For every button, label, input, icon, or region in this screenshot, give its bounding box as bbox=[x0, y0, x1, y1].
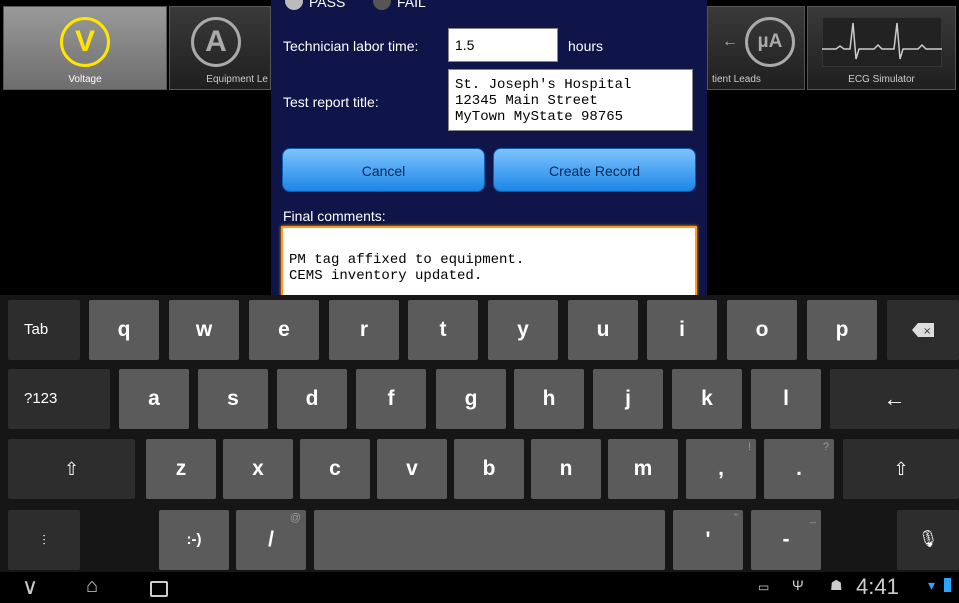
key-sub-label: _ bbox=[809, 512, 816, 524]
key-backspace[interactable]: × bbox=[887, 300, 959, 360]
key-label: , bbox=[718, 457, 724, 480]
labor-time-input[interactable]: 1.5 bbox=[448, 28, 558, 62]
key-enter[interactable]: ← bbox=[830, 369, 959, 429]
key-w[interactable]: w bbox=[169, 300, 239, 360]
key-space[interactable] bbox=[314, 510, 665, 570]
key-o[interactable]: o bbox=[727, 300, 797, 360]
microamp-icon: µA bbox=[745, 17, 795, 67]
soft-keyboard: Tab q w e r t y u i o p × ?123 a s d f g… bbox=[0, 295, 959, 572]
key-k[interactable]: k bbox=[672, 369, 742, 429]
wifi-icon: ▾ bbox=[928, 577, 936, 593]
settings-sliders-icon: ⫶ bbox=[42, 532, 46, 548]
key-b[interactable]: b bbox=[454, 439, 524, 499]
labor-time-unit: hours bbox=[568, 38, 604, 54]
key-e[interactable]: e bbox=[249, 300, 319, 360]
cancel-button[interactable]: Cancel bbox=[282, 148, 485, 192]
toolbar-item-label: ECG Simulator bbox=[848, 74, 915, 85]
create-record-button[interactable]: Create Record bbox=[493, 148, 696, 192]
key-label: . bbox=[796, 457, 802, 480]
key-slash[interactable]: / @ bbox=[236, 510, 306, 570]
toolbar-item-equipment-leakage[interactable]: A Equipment Le bbox=[169, 6, 271, 90]
current-icon: A bbox=[191, 17, 241, 67]
voltage-icon: V bbox=[60, 17, 110, 67]
key-v[interactable]: v bbox=[377, 439, 447, 499]
debug-icon: ☗ bbox=[830, 577, 843, 593]
key-l[interactable]: l bbox=[751, 369, 821, 429]
recent-apps-icon[interactable] bbox=[150, 581, 168, 597]
clock: 4:41 bbox=[856, 574, 899, 599]
key-sub-label: " bbox=[734, 512, 738, 524]
key-c[interactable]: c bbox=[300, 439, 370, 499]
enter-icon: ← bbox=[883, 386, 906, 411]
key-label: - bbox=[782, 528, 790, 551]
toolbar-item-label: tient Leads bbox=[712, 74, 761, 85]
battery-icon bbox=[944, 578, 951, 592]
labor-time-label: Technician labor time: bbox=[283, 38, 419, 54]
usb-icon: Ψ bbox=[792, 577, 804, 593]
shift-icon: ⇧ bbox=[63, 459, 80, 479]
key-settings[interactable]: ⫶ bbox=[8, 510, 80, 570]
key-sub-label: @ bbox=[289, 512, 301, 524]
key-t[interactable]: t bbox=[408, 300, 478, 360]
key-h[interactable]: h bbox=[514, 369, 584, 429]
toolbar-item-patient-leads[interactable]: µA ← tient Leads bbox=[707, 6, 805, 90]
report-title-label: Test report title: bbox=[283, 94, 379, 110]
ecg-waveform-icon bbox=[822, 17, 942, 67]
final-comments-label: Final comments: bbox=[283, 208, 386, 224]
keyboard-status-icon: ▭ bbox=[758, 580, 770, 594]
final-comments-input[interactable]: PM tag affixed to equipment. CEMS invent… bbox=[281, 226, 697, 300]
key-j[interactable]: j bbox=[593, 369, 663, 429]
key-u[interactable]: u bbox=[568, 300, 638, 360]
pass-label: PASS bbox=[309, 0, 346, 10]
toolbar-item-label: Voltage bbox=[68, 74, 102, 85]
key-z[interactable]: z bbox=[146, 439, 216, 499]
key-f[interactable]: f bbox=[356, 369, 426, 429]
key-sub-label: ! bbox=[747, 441, 751, 453]
key-s[interactable]: s bbox=[198, 369, 268, 429]
key-y[interactable]: y bbox=[488, 300, 558, 360]
key-i[interactable]: i bbox=[647, 300, 717, 360]
key-smiley[interactable]: :-) bbox=[159, 510, 229, 570]
key-r[interactable]: r bbox=[329, 300, 399, 360]
key-x[interactable]: x bbox=[223, 439, 293, 499]
key-symbols[interactable]: ?123 bbox=[8, 369, 110, 429]
key-label: / bbox=[268, 528, 274, 551]
key-q[interactable]: q bbox=[89, 300, 159, 360]
key-m[interactable]: m bbox=[608, 439, 678, 499]
key-p[interactable]: p bbox=[807, 300, 877, 360]
key-voice[interactable]: 🎙 bbox=[897, 510, 959, 570]
fail-label: FAIL bbox=[397, 0, 426, 10]
key-a[interactable]: a bbox=[119, 369, 189, 429]
backspace-icon: × bbox=[912, 323, 934, 338]
key-n[interactable]: n bbox=[531, 439, 601, 499]
key-apostrophe[interactable]: ' " bbox=[673, 510, 743, 570]
back-icon[interactable]: ∨ bbox=[22, 574, 38, 600]
toolbar-item-voltage[interactable]: V Voltage bbox=[3, 6, 167, 90]
shift-icon: ⇧ bbox=[893, 459, 909, 479]
fail-radio[interactable] bbox=[373, 0, 391, 10]
toolbar-item-ecg-simulator[interactable]: ECG Simulator bbox=[807, 6, 956, 90]
toolbar-item-label: Equipment Le bbox=[206, 74, 268, 85]
home-icon[interactable]: ⌂ bbox=[86, 575, 98, 598]
svg-text:×: × bbox=[923, 326, 931, 337]
key-dash[interactable]: - _ bbox=[751, 510, 821, 570]
key-d[interactable]: d bbox=[277, 369, 347, 429]
key-sub-label: ? bbox=[822, 441, 829, 453]
key-label: ' bbox=[705, 528, 711, 551]
key-tab[interactable]: Tab bbox=[8, 300, 80, 360]
key-g[interactable]: g bbox=[436, 369, 506, 429]
key-comma[interactable]: , ! bbox=[686, 439, 756, 499]
arrow-icon: ← bbox=[722, 33, 738, 50]
system-navigation-bar: ∨ ⌂ ▭ Ψ ☗ 4:41 ▾ bbox=[0, 572, 959, 603]
report-title-input[interactable]: St. Joseph's Hospital 12345 Main Street … bbox=[448, 69, 693, 131]
pass-radio[interactable] bbox=[285, 0, 303, 10]
key-period[interactable]: . ? bbox=[764, 439, 834, 499]
key-shift-left[interactable]: ⇧ bbox=[8, 439, 135, 499]
create-record-dialog: PASS FAIL Technician labor time: 1.5 hou… bbox=[271, 0, 707, 300]
key-shift-right[interactable]: ⇧ bbox=[843, 439, 959, 499]
microphone-icon: 🎙 bbox=[917, 531, 939, 548]
